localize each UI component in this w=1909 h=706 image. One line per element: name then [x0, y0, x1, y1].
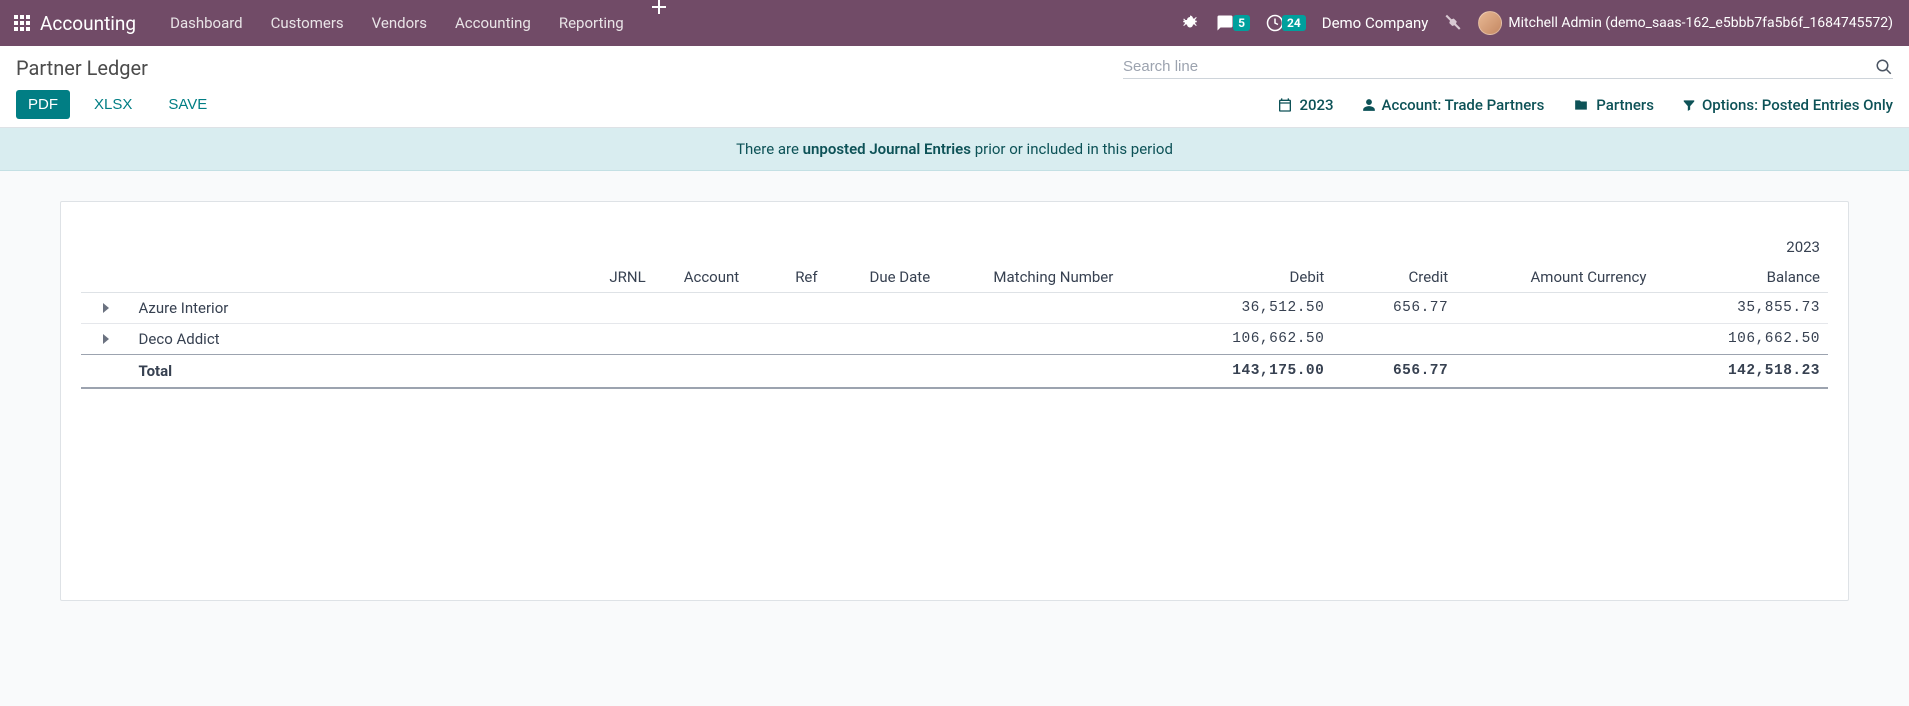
activities-badge: 24	[1282, 15, 1306, 31]
cell-amount-currency	[1456, 324, 1654, 355]
filter-options-label: Options: Posted Entries Only	[1702, 96, 1893, 114]
pdf-button[interactable]: PDF	[16, 90, 70, 119]
messages-icon[interactable]: 5	[1215, 14, 1250, 32]
systray: 5 24 Demo Company Mitchell Admin (demo_s…	[1181, 11, 1893, 35]
search-icon[interactable]	[1875, 58, 1893, 76]
col-jrnl: JRNL	[601, 262, 675, 293]
total-row: Total 143,175.00 656.77 142,518.23	[81, 355, 1828, 389]
col-matching: Matching Number	[985, 262, 1183, 293]
col-year: 2023	[1654, 232, 1828, 262]
total-label: Total	[131, 355, 602, 389]
save-button[interactable]: SAVE	[156, 90, 219, 119]
banner-text-pre: There are	[736, 140, 803, 158]
partner-name: Deco Addict	[131, 324, 602, 355]
nav-item-customers[interactable]: Customers	[257, 0, 358, 46]
tools-icon[interactable]	[1444, 14, 1462, 32]
top-navbar: Accounting Dashboard Customers Vendors A…	[0, 0, 1909, 46]
col-balance: Balance	[1654, 262, 1828, 293]
report-area: 2023 JRNL Account Ref Due Date Matching …	[0, 171, 1909, 631]
cell-balance: 106,662.50	[1654, 324, 1828, 355]
expand-caret-icon[interactable]	[103, 334, 109, 344]
user-name: Mitchell Admin (demo_saas-162_e5bbb7fa5b…	[1508, 15, 1893, 31]
apps-icon[interactable]	[12, 13, 32, 33]
cell-debit: 106,662.50	[1184, 324, 1333, 355]
control-panel: Partner Ledger PDF XLSX SAVE 2023 Accoun…	[0, 46, 1909, 128]
unposted-warning-banner[interactable]: There are unposted Journal Entries prior…	[0, 128, 1909, 171]
filter-account[interactable]: Account: Trade Partners	[1362, 96, 1545, 114]
cell-debit: 36,512.50	[1184, 293, 1333, 324]
filter-partners-label: Partners	[1596, 96, 1654, 114]
ledger-table: 2023 JRNL Account Ref Due Date Matching …	[81, 232, 1828, 389]
total-credit: 656.77	[1332, 355, 1456, 389]
filter-options[interactable]: Options: Posted Entries Only	[1682, 96, 1893, 114]
table-row[interactable]: Deco Addict 106,662.50 106,662.50	[81, 324, 1828, 355]
activities-icon[interactable]: 24	[1266, 14, 1306, 32]
page-title: Partner Ledger	[16, 56, 148, 80]
filter-date-label: 2023	[1299, 96, 1333, 114]
partner-name: Azure Interior	[131, 293, 602, 324]
filter-partners[interactable]: Partners	[1572, 96, 1654, 114]
filter-date[interactable]: 2023	[1277, 96, 1333, 114]
expand-caret-icon[interactable]	[103, 303, 109, 313]
debug-icon[interactable]	[1181, 14, 1199, 32]
col-ref: Ref	[787, 262, 861, 293]
banner-text-strong: unposted Journal Entries	[803, 140, 971, 158]
col-amount-currency: Amount Currency	[1456, 262, 1654, 293]
total-balance: 142,518.23	[1654, 355, 1828, 389]
nav-item-vendors[interactable]: Vendors	[358, 0, 441, 46]
company-selector[interactable]: Demo Company	[1322, 14, 1429, 32]
table-row[interactable]: Azure Interior 36,512.50 656.77 35,855.7…	[81, 293, 1828, 324]
nav-item-accounting[interactable]: Accounting	[441, 0, 545, 46]
total-debit: 143,175.00	[1184, 355, 1333, 389]
col-credit: Credit	[1332, 262, 1456, 293]
cell-credit: 656.77	[1332, 293, 1456, 324]
cell-amount-currency	[1456, 293, 1654, 324]
nav-menu: Dashboard Customers Vendors Accounting R…	[156, 0, 680, 46]
nav-item-dashboard[interactable]: Dashboard	[156, 0, 257, 46]
nav-item-reporting[interactable]: Reporting	[545, 0, 638, 46]
report-filters: 2023 Account: Trade Partners Partners Op…	[1277, 96, 1893, 114]
search-bar	[1123, 58, 1893, 79]
cell-credit	[1332, 324, 1456, 355]
banner-text-post: prior or included in this period	[971, 140, 1173, 158]
user-menu[interactable]: Mitchell Admin (demo_saas-162_e5bbb7fa5b…	[1478, 11, 1893, 35]
messages-badge: 5	[1233, 15, 1250, 31]
app-brand[interactable]: Accounting	[40, 12, 136, 35]
xlsx-button[interactable]: XLSX	[82, 90, 144, 119]
report-card: 2023 JRNL Account Ref Due Date Matching …	[60, 201, 1849, 601]
col-due-date: Due Date	[862, 262, 986, 293]
nav-new-icon[interactable]	[638, 0, 680, 46]
avatar	[1478, 11, 1502, 35]
total-amount-currency	[1456, 355, 1654, 389]
search-input[interactable]	[1123, 58, 1875, 75]
col-account: Account	[676, 262, 788, 293]
filter-account-label: Account: Trade Partners	[1382, 96, 1545, 114]
col-debit: Debit	[1184, 262, 1333, 293]
cell-balance: 35,855.73	[1654, 293, 1828, 324]
export-buttons: PDF XLSX SAVE	[16, 90, 219, 119]
